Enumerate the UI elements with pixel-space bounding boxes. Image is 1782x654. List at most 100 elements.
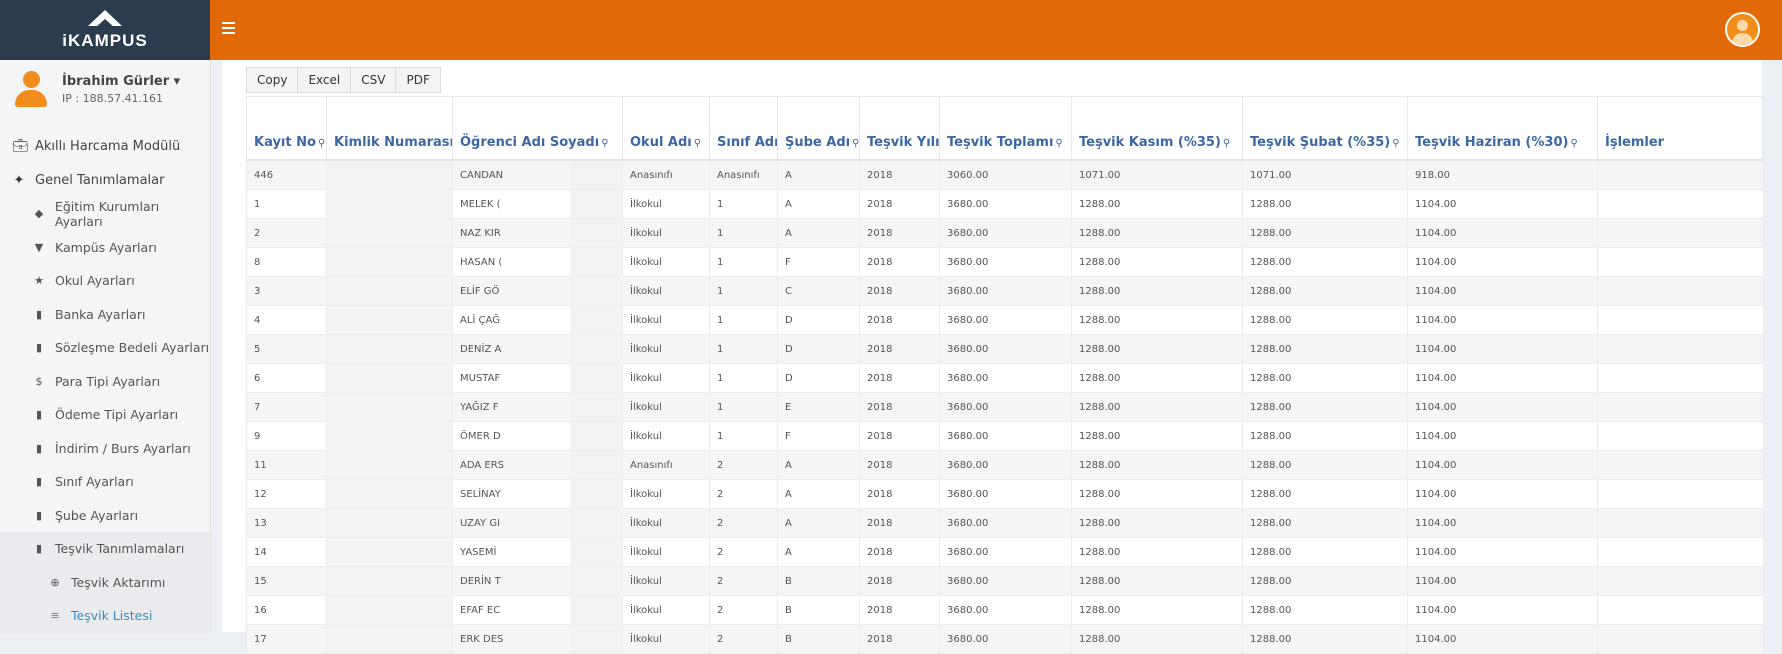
table-cell: [326, 537, 453, 567]
menu-item-akilli-harcama[interactable]: 💼︎ Akıllı Harcama Modülü: [0, 130, 210, 164]
search-icon[interactable]: ⚲: [1392, 138, 1399, 149]
column-header[interactable]: Öğrenci Adı Soyadı ⚲: [452, 96, 623, 161]
table-cell: 2018: [859, 218, 940, 248]
column-header-label: Şube Adı: [785, 135, 851, 150]
column-header-label: Teşvik Toplamı: [947, 135, 1054, 150]
table-cell: 1104.00: [1407, 392, 1598, 422]
menu-item-sozlesme-bedeli[interactable]: ▮ Sözleşme Bedeli Ayarları: [0, 331, 210, 365]
search-icon[interactable]: ⚲: [1570, 138, 1577, 149]
table-cell: 1288.00: [1242, 566, 1408, 596]
table-cell: 1104.00: [1407, 276, 1598, 306]
dollar-icon: $: [35, 374, 43, 388]
menu-item-indirim-burs[interactable]: ▮ İndirim / Burs Ayarları: [0, 432, 210, 466]
table-cell: 3680.00: [939, 305, 1072, 335]
table-row[interactable]: 3 ELİF GÖ İlkokul 1 C 2018 3680.00 1288.00 1288.…: [246, 276, 1764, 306]
column-header[interactable]: Teşvik Şubat (%35) ⚲: [1242, 96, 1408, 161]
table-row[interactable]: 4 ALİ ÇAĞ İlkokul 1 D 2018 3680.00 1288.00 1288.…: [246, 305, 1764, 335]
table-cell: 2: [709, 537, 778, 567]
search-icon[interactable]: ⚲: [1055, 138, 1062, 149]
column-header[interactable]: Şube Adı ⚲: [777, 96, 860, 161]
table-row[interactable]: 1 MELEK (İlkokul 1 A 2018 3680.00 1288.00 1288.…: [246, 189, 1764, 219]
user-name-dropdown[interactable]: İbrahim Gürler ▾: [62, 74, 180, 89]
table-cell: 3680.00: [939, 537, 1072, 567]
menu-item-tesvik-tanimlamalari[interactable]: ▮ Teşvik Tanımlamaları: [0, 532, 210, 566]
menu-item-okul[interactable]: ★ Okul Ayarları: [0, 264, 210, 298]
csv-button[interactable]: CSV: [350, 67, 397, 93]
table-row[interactable]: 9 ÖMER D İlkokul 1 F 2018 3680.00 1288.00 1288.0…: [246, 421, 1764, 451]
redaction-mask: [570, 596, 622, 624]
column-header[interactable]: Teşvik Toplamı ⚲: [939, 96, 1072, 161]
table-row[interactable]: 7 YAĞIZ F İlkokul 1 E 2018 3680.00 1288.00 1288.…: [246, 392, 1764, 422]
table-cell: 2018: [859, 334, 940, 364]
menu-item-odeme-tipi[interactable]: ▮ Ödeme Tipi Ayarları: [0, 398, 210, 432]
menu-item-kampus[interactable]: ▼ Kampüs Ayarları: [0, 231, 210, 265]
menu-item-banka[interactable]: ▮ Banka Ayarları: [0, 298, 210, 332]
column-header[interactable]: Sınıf Adı⚲: [709, 96, 778, 161]
table-row[interactable]: 446 CANDAN Anasınıfı Anasınıfı A 2018 3060.00 1…: [246, 159, 1764, 190]
table-cell: 1: [709, 247, 778, 277]
menu-item-label: Şube Ayarları: [55, 507, 139, 523]
table-cell: [1597, 624, 1764, 654]
column-header[interactable]: Kimlik Numarası⚲: [326, 96, 453, 161]
table-row[interactable]: 16 EFAF EC İlkokul 2 B 2018 3680.00 1288.00 1288…: [246, 595, 1764, 625]
column-header[interactable]: Teşvik Haziran (%30) ⚲: [1407, 96, 1598, 161]
table-cell: İlkokul: [622, 247, 710, 277]
table-cell: [326, 334, 453, 364]
menu-item-tesvik-listesi[interactable]: ≡ Teşvik Listesi: [0, 599, 210, 633]
user-avatar-icon[interactable]: [1725, 12, 1760, 47]
table-cell: 13: [246, 508, 327, 538]
table-cell: YAĞIZ F: [452, 392, 623, 422]
column-header[interactable]: Kayıt No ⚲: [246, 96, 327, 161]
table-cell: SELİNAY: [452, 479, 623, 509]
user-ip: IP : 188.57.41.161: [62, 91, 164, 105]
table-row[interactable]: 13 UZAY GI İlkokul 2 A 2018 3680.00 1288.00 1288…: [246, 508, 1764, 538]
table-cell: İlkokul: [622, 189, 710, 219]
brand-logo[interactable]: iKAMPUS: [0, 0, 210, 60]
menu-item-sube[interactable]: ▮ Şube Ayarları: [0, 499, 210, 533]
menu-item-para-tipi[interactable]: $ Para Tipi Ayarları: [0, 365, 210, 399]
hamburger-menu-icon[interactable]: [222, 22, 235, 34]
table-cell: 3680.00: [939, 189, 1072, 219]
search-icon[interactable]: ⚲: [852, 138, 858, 149]
table-cell: Anasınıfı: [709, 159, 778, 190]
menu-item-sinif[interactable]: ▮ Sınıf Ayarları: [0, 465, 210, 499]
table-row[interactable]: 2 NAZ KIR İlkokul 1 A 2018 3680.00 1288.00 1288.…: [246, 218, 1764, 248]
pdf-button[interactable]: PDF: [395, 67, 441, 93]
table-cell: 1288.00: [1242, 537, 1408, 567]
column-header[interactable]: Teşvik Kasım (%35) ⚲: [1071, 96, 1243, 161]
table-row[interactable]: 14 YASEMİ İlkokul 2 A 2018 3680.00 1288.00 1288.…: [246, 537, 1764, 567]
search-icon[interactable]: ⚲: [1223, 138, 1230, 149]
redaction-mask: [570, 451, 622, 479]
table-cell: [326, 566, 453, 596]
table-cell: NAZ KIR: [452, 218, 623, 248]
menu-item-tesvik-aktarimi[interactable]: ⊕ Teşvik Aktarımı: [0, 565, 210, 599]
menu-item-genel-tanimlamalar[interactable]: ✦ Genel Tanımlamalar: [0, 164, 210, 198]
table-cell: 1: [709, 218, 778, 248]
table-cell: 1104.00: [1407, 595, 1598, 625]
copy-button[interactable]: Copy: [246, 67, 299, 93]
redaction-mask: [570, 219, 622, 247]
table-cell: 5: [246, 334, 327, 364]
excel-button[interactable]: Excel: [297, 67, 352, 93]
table-row[interactable]: 17 ERK DES İlkokul 2 B 2018 3680.00 1288.00 1288…: [246, 624, 1764, 654]
table-cell: 3680.00: [939, 218, 1072, 248]
column-header[interactable]: İşlemler: [1597, 96, 1764, 161]
table-row[interactable]: 12 SELİNAY İlkokul 2 A 2018 3680.00 1288.00 1288…: [246, 479, 1764, 509]
table-row[interactable]: 6 MUSTAF İlkokul 1 D 2018 3680.00 1288.00 1288.0…: [246, 363, 1764, 393]
table-row[interactable]: 5 DENİZ A İlkokul 1 D 2018 3680.00 1288.00 1288.…: [246, 334, 1764, 364]
column-header[interactable]: Okul Adı ⚲: [622, 96, 710, 161]
column-header[interactable]: Teşvik Yılı⚲: [859, 96, 940, 161]
table-cell: İlkokul: [622, 392, 710, 422]
table-row[interactable]: 11 ADA ERS Anasınıfı 2 A 2018 3680.00 1288.00 12…: [246, 450, 1764, 480]
table-row[interactable]: 15 DERİN T İlkokul 2 B 2018 3680.00 1288.00 1288…: [246, 566, 1764, 596]
table-row[interactable]: 8 HASAN (İlkokul 1 F 2018 3680.00 1288.00 1288.…: [246, 247, 1764, 277]
menu-item-label: Teşvik Tanımlamaları: [55, 541, 185, 557]
menu-item-egitim-kurumlari[interactable]: ◆ Eğitim Kurumları Ayarları: [0, 197, 210, 231]
search-icon[interactable]: ⚲: [318, 138, 325, 149]
table-cell: [326, 305, 453, 335]
search-icon[interactable]: ⚲: [694, 138, 701, 149]
table-cell: ELİF GÖ: [452, 276, 623, 306]
search-icon[interactable]: ⚲: [601, 138, 608, 149]
column-header-label: Teşvik Haziran (%30): [1415, 135, 1569, 150]
column-header-label: Teşvik Yılı: [867, 135, 940, 150]
